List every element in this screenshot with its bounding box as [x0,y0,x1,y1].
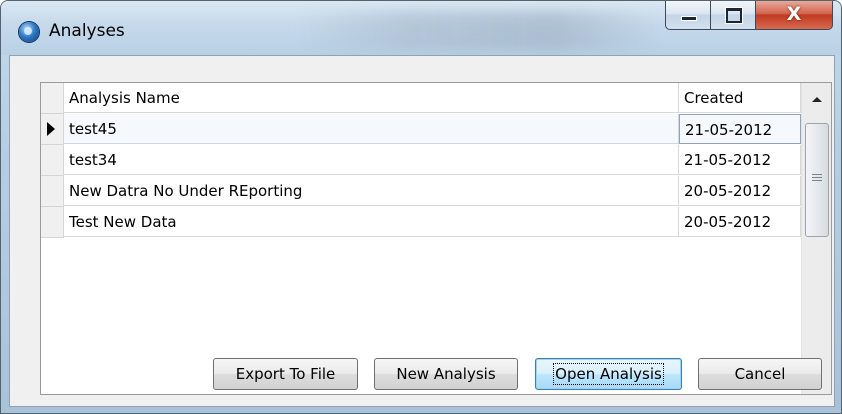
export-to-file-button[interactable]: Export To File [213,358,358,390]
table-row[interactable]: New Datra No Under REporting 20-05-2012 [41,176,801,207]
cell-created[interactable]: 21-05-2012 [679,145,801,175]
cell-analysis-name[interactable]: New Datra No Under REporting [64,176,679,206]
cancel-button-label: Cancel [734,365,786,383]
vertical-scrollbar[interactable] [801,83,831,394]
close-button[interactable]: X [755,1,833,30]
cancel-button[interactable]: Cancel [698,358,822,390]
minimize-button[interactable] [665,1,711,30]
new-analysis-button[interactable]: New Analysis [374,358,518,390]
new-analysis-button-label: New Analysis [396,365,496,383]
window-title: Analyses [49,21,125,41]
row-indicator[interactable] [41,176,64,207]
title-bar[interactable]: Analyses X [1,1,841,55]
app-orb-icon[interactable] [19,22,39,42]
scrollbar-thumb[interactable] [805,123,829,237]
minimize-icon [681,16,697,21]
row-pointer-icon [47,122,55,136]
open-analysis-button-label: Open Analysis [553,363,664,385]
analyses-grid[interactable]: Analysis Name Created test45 21-05-2012 … [40,82,832,395]
title-bar-glass [301,11,661,51]
row-indicator[interactable] [41,114,64,145]
dialog-client-area: Analysis Name Created test45 21-05-2012 … [9,55,835,407]
column-header-analysis-name[interactable]: Analysis Name [64,83,679,113]
grid-header-row: Analysis Name Created [41,83,801,114]
row-indicator[interactable] [41,207,64,238]
cell-analysis-name[interactable]: test45 [64,114,679,144]
maximize-icon [726,8,742,23]
cell-analysis-name[interactable]: test34 [64,145,679,175]
cell-created[interactable]: 20-05-2012 [679,176,801,206]
grip-icon [812,174,822,175]
open-analysis-button[interactable]: Open Analysis [535,358,682,390]
table-row[interactable]: test34 21-05-2012 [41,145,801,176]
cell-analysis-name[interactable]: Test New Data [64,207,679,237]
table-row[interactable]: test45 21-05-2012 [41,114,801,145]
cell-created[interactable]: 20-05-2012 [679,207,801,237]
caption-buttons: X [665,1,835,31]
scroll-up-arrow-icon[interactable] [812,97,822,102]
cell-created[interactable]: 21-05-2012 [679,114,801,144]
table-row[interactable]: Test New Data 20-05-2012 [41,207,801,238]
column-header-created[interactable]: Created [679,83,801,113]
header-indicator-cell [41,83,64,114]
export-button-label: Export To File [235,365,336,383]
analyses-window: Analyses X Analysis Name Created test45 … [0,0,842,414]
row-indicator[interactable] [41,145,64,176]
close-icon: X [786,3,802,25]
maximize-button[interactable] [710,1,756,30]
